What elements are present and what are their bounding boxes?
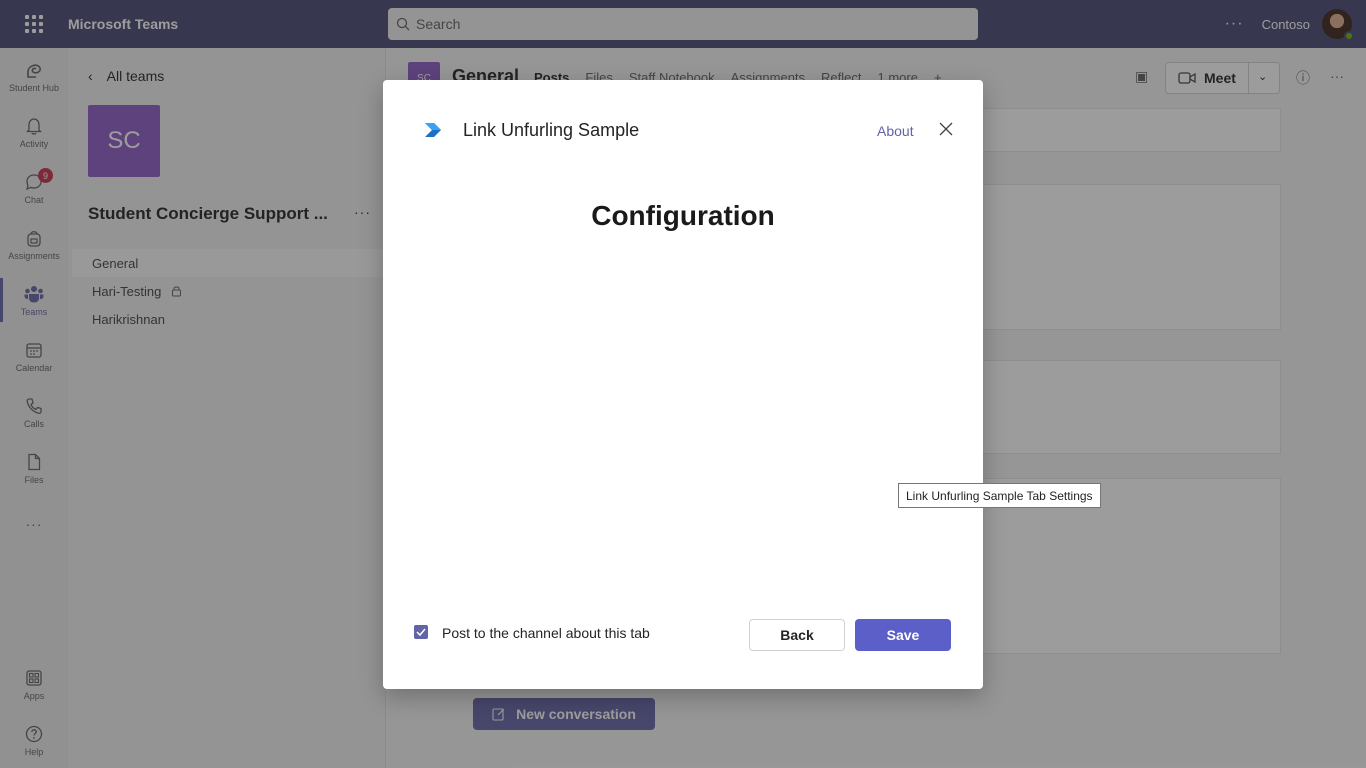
post-to-channel-checkbox[interactable] <box>414 625 428 639</box>
save-button[interactable]: Save <box>855 619 951 651</box>
post-to-channel-label: Post to the channel about this tab <box>442 625 650 641</box>
tab-config-dialog: Link Unfurling Sample About Configuratio… <box>383 80 983 689</box>
about-link[interactable]: About <box>877 123 914 139</box>
back-button[interactable]: Back <box>749 619 845 651</box>
configuration-heading: Configuration <box>591 200 775 231</box>
checkmark-icon <box>416 628 426 636</box>
app-logo-icon <box>425 123 441 137</box>
close-icon[interactable] <box>938 121 954 137</box>
dialog-title: Link Unfurling Sample <box>463 120 640 140</box>
tooltip: Link Unfurling Sample Tab Settings <box>898 483 1101 508</box>
